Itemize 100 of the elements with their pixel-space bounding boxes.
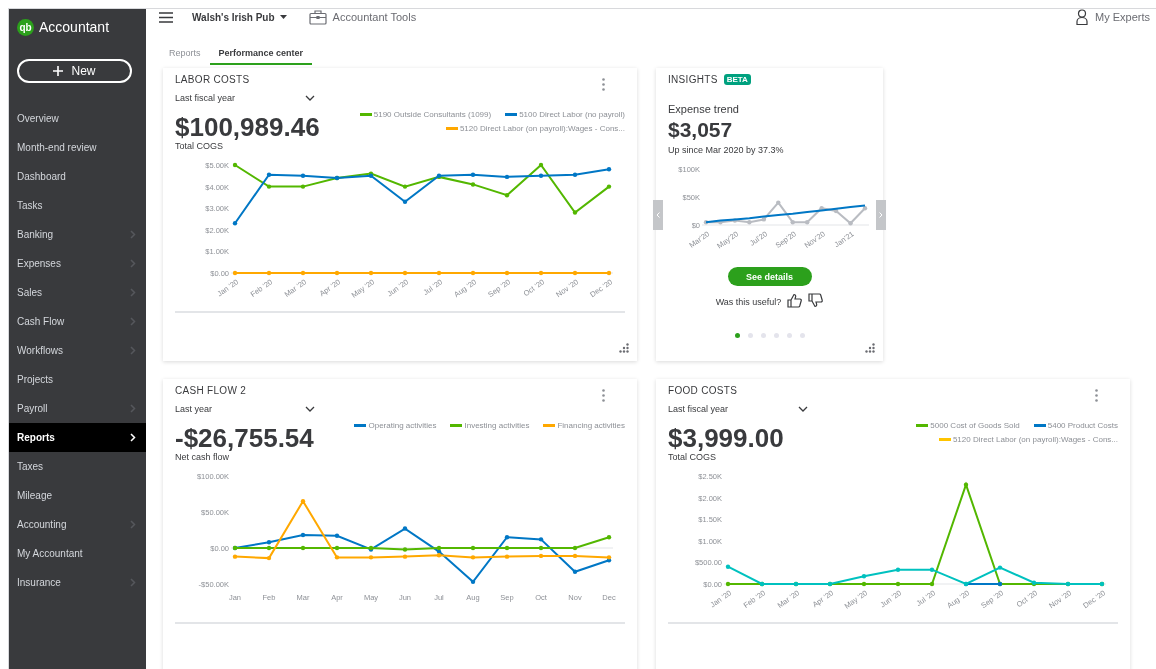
legend-swatch-icon (1033, 424, 1046, 427)
nav-item[interactable]: Cash Flow (9, 307, 146, 336)
chevron-right-icon (130, 230, 136, 239)
thumbs-down-icon (808, 293, 824, 308)
legend-swatch-icon (359, 113, 372, 116)
nav-item[interactable]: Taxes (9, 452, 146, 481)
nav-item[interactable]: Workflows (9, 336, 146, 365)
data-point (572, 210, 578, 215)
data-point (572, 545, 578, 551)
pager-dot[interactable] (799, 333, 805, 338)
nav-item[interactable]: Mileage (9, 481, 146, 510)
data-point (606, 167, 612, 172)
nav-item[interactable]: Overview (9, 104, 146, 133)
pager-dot[interactable] (760, 333, 766, 338)
legend-label: Investing activities (464, 421, 530, 430)
data-point (572, 270, 578, 276)
nav-item[interactable]: Reports (9, 423, 146, 452)
legend-label: Financing activities (557, 421, 625, 430)
data-point (538, 173, 544, 178)
chevron-down-icon (798, 406, 808, 412)
nav-item[interactable]: Month-end review (9, 133, 146, 162)
data-point (266, 555, 272, 561)
data-point (848, 221, 853, 226)
legend-label: 5120 Direct Labor (on payroll):Wages - Cons... (459, 124, 625, 133)
person-icon (1076, 9, 1088, 25)
data-point (470, 182, 476, 187)
period-dropdown[interactable]: Last fiscal year (175, 93, 315, 103)
data-point (504, 174, 510, 180)
data-point (895, 581, 901, 587)
pager-dot[interactable] (734, 333, 740, 338)
data-point (606, 184, 612, 189)
legend-swatch-icon (354, 424, 367, 427)
total-amount: $3,999.00 (668, 424, 784, 452)
menu-button[interactable] (159, 11, 173, 23)
legend-swatch-icon (543, 424, 556, 427)
data-point (368, 555, 374, 560)
beta-badge: BETA (723, 74, 751, 85)
company-dropdown[interactable]: Walsh's Irish Pub (192, 11, 287, 23)
data-point (402, 526, 408, 531)
pager-dot[interactable] (747, 333, 753, 338)
accountant-tools-button[interactable]: Accountant Tools (308, 9, 417, 25)
period-dropdown[interactable]: Last fiscal year (668, 404, 808, 414)
data-point (334, 533, 340, 538)
data-point (718, 220, 723, 225)
nav-item[interactable]: My Accountant (9, 539, 146, 568)
chevron-right-icon (130, 404, 136, 413)
nav-item[interactable]: Sales (9, 278, 146, 307)
logo-text: Accountant (39, 19, 110, 35)
total-amount: -$26,755.54 (175, 424, 314, 452)
amount-label: Net cash flow (175, 452, 230, 462)
legend-label: 5120 Direct Labor (on payroll):Wages - Cons... (952, 435, 1118, 444)
legend-label: 5100 Direct Labor (no payroll) (519, 110, 625, 119)
data-point (402, 184, 408, 189)
my-experts-button[interactable]: My Experts (1076, 9, 1150, 25)
nav-item[interactable]: Banking (9, 220, 146, 249)
legend-label: 5400 Product Costs (1047, 421, 1118, 430)
data-point (470, 270, 476, 276)
feedback-prompt: Was this useful? (715, 297, 782, 307)
data-point (504, 554, 510, 559)
chevron-down-icon (305, 406, 315, 412)
data-point (790, 220, 795, 225)
data-point (761, 217, 766, 222)
caret-icon (279, 15, 287, 19)
data-point (572, 569, 578, 574)
data-point (300, 184, 306, 189)
data-point (470, 172, 476, 177)
period-dropdown[interactable]: Last year (175, 404, 315, 414)
data-point (861, 574, 867, 579)
nav-item[interactable]: Tasks (9, 191, 146, 220)
data-point (368, 270, 374, 276)
nav-item[interactable]: Payroll (9, 394, 146, 423)
data-point (402, 547, 408, 552)
card-title: INSIGHTS (668, 74, 718, 85)
nav-item[interactable]: Projects (9, 365, 146, 394)
insight-description: Up since Mar 2020 by 37.3% (668, 145, 785, 155)
data-point (300, 545, 306, 551)
data-point (538, 537, 544, 542)
data-point (334, 270, 340, 276)
new-button[interactable]: New (17, 59, 132, 83)
tab[interactable]: Performance center (209, 44, 313, 65)
data-point (300, 532, 306, 538)
kebab-icon (602, 78, 605, 91)
nav-item[interactable]: Insurance (9, 568, 146, 597)
thumbs-up-button[interactable] (787, 293, 803, 311)
chevron-right-icon (879, 212, 883, 218)
nav-item[interactable]: Accounting (9, 510, 146, 539)
data-point (504, 535, 510, 540)
legend-swatch-icon (938, 438, 951, 441)
chevron-right-icon (130, 259, 136, 268)
card-title: CASH FLOW 2 (175, 385, 247, 396)
data-point (776, 200, 781, 205)
legend-swatch-icon (450, 424, 463, 427)
pager-dot[interactable] (773, 333, 779, 338)
data-point (725, 581, 731, 587)
chevron-right-icon (130, 433, 136, 442)
pager-dot[interactable] (786, 333, 792, 338)
data-point (732, 218, 738, 223)
nav-item[interactable]: Expenses (9, 249, 146, 278)
nav-item[interactable]: Dashboard (9, 162, 146, 191)
data-point (963, 482, 969, 487)
